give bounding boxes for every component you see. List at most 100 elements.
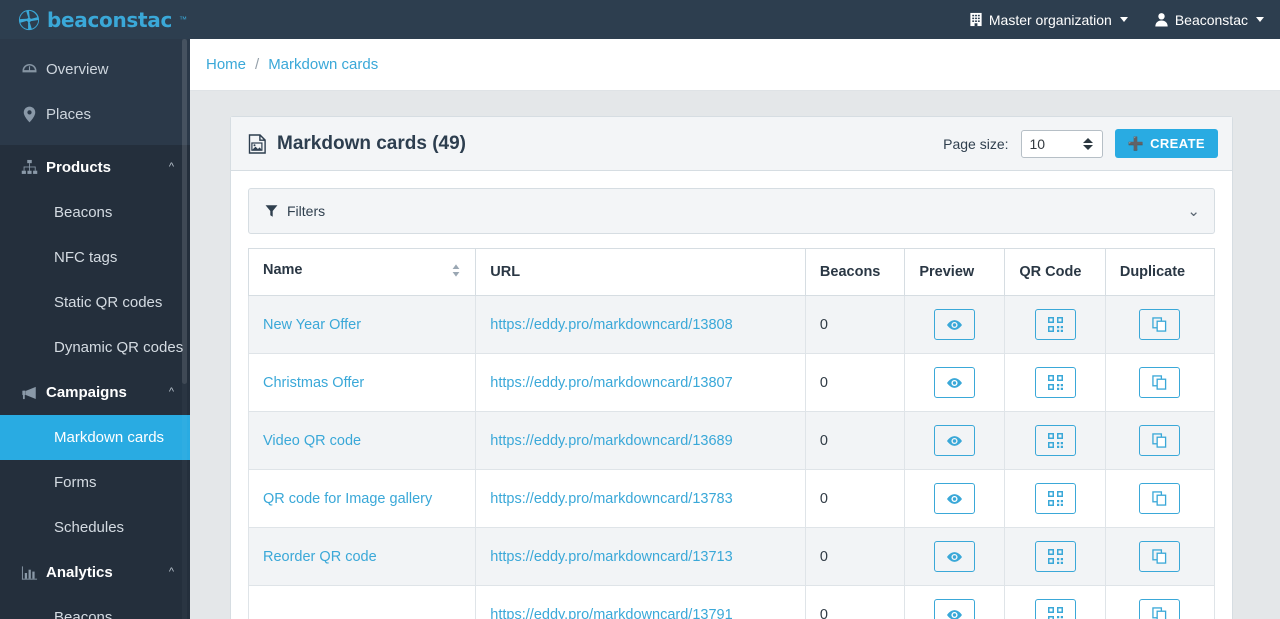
cell-name: Reorder QR code	[247, 527, 477, 586]
preview-button[interactable]	[934, 425, 976, 456]
create-button-label: CREATE	[1150, 136, 1205, 151]
brand-logo[interactable]: beaconstac ™	[0, 9, 187, 31]
card-url-link[interactable]: https://eddy.pro/markdowncard/13791	[490, 607, 732, 619]
cell-name: Christmas Offer	[247, 353, 477, 412]
sidebar-item-forms[interactable]: Forms	[0, 460, 190, 505]
column-header-name[interactable]: Name	[247, 248, 477, 296]
bar-chart-icon	[12, 565, 46, 581]
sidebar-item-static-qr-codes[interactable]: Static QR codes	[0, 280, 190, 325]
sidebar-group-analytics[interactable]: Analytics ^	[0, 550, 190, 595]
cell-preview	[904, 527, 1006, 586]
qr-code-button[interactable]	[1034, 599, 1076, 619]
chevron-up-icon: ^	[168, 566, 174, 578]
cell-duplicate	[1104, 585, 1216, 619]
copy-icon	[1152, 375, 1167, 390]
column-header-qr-code: QR Code	[1004, 248, 1106, 296]
chevron-down-icon	[1256, 17, 1264, 22]
duplicate-button[interactable]	[1139, 309, 1181, 340]
cell-qr-code	[1004, 411, 1106, 470]
duplicate-button[interactable]	[1139, 541, 1181, 572]
cell-url: https://eddy.pro/markdowncard/13689	[475, 411, 806, 470]
preview-button[interactable]	[934, 309, 976, 340]
breadcrumb-current[interactable]: Markdown cards	[268, 56, 378, 73]
sidebar-group-campaigns[interactable]: Campaigns ^	[0, 370, 190, 415]
cell-name: New Year Offer	[247, 295, 477, 354]
qr-code-button[interactable]	[1034, 309, 1076, 340]
preview-button[interactable]	[934, 367, 976, 398]
funnel-icon	[265, 205, 278, 217]
filters-toggle[interactable]: Filters ⌄	[248, 188, 1215, 234]
sidebar-item-analytics-beacons[interactable]: Beacons	[0, 595, 190, 619]
page-size-select[interactable]: 10	[1020, 129, 1103, 158]
qr-code-icon	[1047, 607, 1063, 619]
qr-code-button[interactable]	[1034, 541, 1076, 572]
create-button[interactable]: ➕ CREATE	[1114, 129, 1218, 158]
card-name-link[interactable]: Christmas Offer	[263, 375, 364, 391]
sidebar-item-dynamic-qr-codes[interactable]: Dynamic QR codes	[0, 325, 190, 370]
card-name-link[interactable]: Video QR code	[263, 433, 361, 449]
sidebar-item-markdown-cards[interactable]: Markdown cards	[0, 415, 190, 460]
sidebar-item-nfc-tags[interactable]: NFC tags	[0, 235, 190, 280]
column-header-beacons: Beacons	[804, 248, 906, 296]
chevron-down-icon: ⌄	[1187, 202, 1200, 220]
sidebar-item-label: Markdown cards	[54, 429, 165, 446]
cell-duplicate	[1104, 295, 1216, 354]
preview-button[interactable]	[934, 599, 976, 619]
cell-url: https://eddy.pro/markdowncard/13807	[475, 353, 806, 412]
cell-beacons: 0	[804, 469, 906, 528]
user-icon	[1155, 13, 1168, 27]
sitemap-icon	[12, 159, 46, 176]
qr-code-button[interactable]	[1034, 483, 1076, 514]
copy-icon	[1152, 317, 1167, 332]
cell-qr-code	[1004, 353, 1106, 412]
card-url-link[interactable]: https://eddy.pro/markdowncard/13713	[490, 549, 732, 565]
preview-button[interactable]	[934, 541, 976, 572]
sidebar-item-label: Static QR codes	[54, 294, 163, 311]
duplicate-button[interactable]	[1139, 367, 1181, 398]
sidebar-item-schedules[interactable]: Schedules	[0, 505, 190, 550]
card-url-link[interactable]: https://eddy.pro/markdowncard/13808	[490, 317, 732, 333]
card-url-link[interactable]: https://eddy.pro/markdowncard/13689	[490, 433, 732, 449]
cell-duplicate	[1104, 353, 1216, 412]
stepper-icon	[1082, 137, 1093, 150]
sort-icon[interactable]	[451, 263, 461, 282]
qr-code-icon	[1047, 375, 1063, 390]
duplicate-button[interactable]	[1139, 425, 1181, 456]
beaconstac-logo-icon	[18, 9, 40, 30]
card-url-link[interactable]: https://eddy.pro/markdowncard/13807	[490, 375, 732, 391]
card-name-link[interactable]: QR code for Image gallery	[263, 491, 432, 507]
sidebar-item-beacons[interactable]: Beacons	[0, 190, 190, 235]
cell-duplicate	[1104, 411, 1216, 470]
cell-url: https://eddy.pro/markdowncard/13713	[475, 527, 806, 586]
qr-code-button[interactable]	[1034, 367, 1076, 398]
duplicate-button[interactable]	[1139, 599, 1181, 619]
cell-name: QR code for Image gallery	[247, 469, 477, 528]
sidebar-item-places[interactable]: Places	[0, 92, 190, 137]
eye-icon	[947, 435, 963, 446]
chevron-up-icon: ^	[168, 386, 174, 398]
duplicate-button[interactable]	[1139, 483, 1181, 514]
sidebar-item-label: Beacons	[54, 204, 113, 221]
cell-duplicate	[1104, 527, 1216, 586]
sidebar-group-products[interactable]: Products ^	[0, 145, 190, 190]
user-menu[interactable]: Beaconstac	[1154, 12, 1264, 28]
breadcrumb-home[interactable]: Home	[206, 56, 246, 73]
qr-code-icon	[1047, 433, 1063, 448]
cell-url: https://eddy.pro/markdowncard/13791	[475, 585, 806, 619]
sidebar-item-overview[interactable]: Overview	[0, 47, 190, 92]
card-name-link[interactable]: Reorder QR code	[263, 549, 377, 565]
eye-icon	[947, 609, 963, 619]
sidebar-scrollbar-thumb[interactable]	[182, 39, 187, 384]
card-url-link[interactable]: https://eddy.pro/markdowncard/13783	[490, 491, 732, 507]
page-title-text: Markdown cards (49)	[277, 132, 466, 154]
org-switcher[interactable]: Master organization	[969, 12, 1128, 28]
qr-code-button[interactable]	[1034, 425, 1076, 456]
page-title: Markdown cards (49)	[248, 133, 466, 155]
column-label: Name	[263, 262, 303, 278]
copy-icon	[1152, 607, 1167, 619]
column-header-preview: Preview	[904, 248, 1006, 296]
building-icon	[970, 12, 982, 27]
preview-button[interactable]	[934, 483, 976, 514]
main-content: Home / Markdown cards Markdown cards (49…	[190, 39, 1280, 619]
card-name-link[interactable]: New Year Offer	[263, 317, 361, 333]
